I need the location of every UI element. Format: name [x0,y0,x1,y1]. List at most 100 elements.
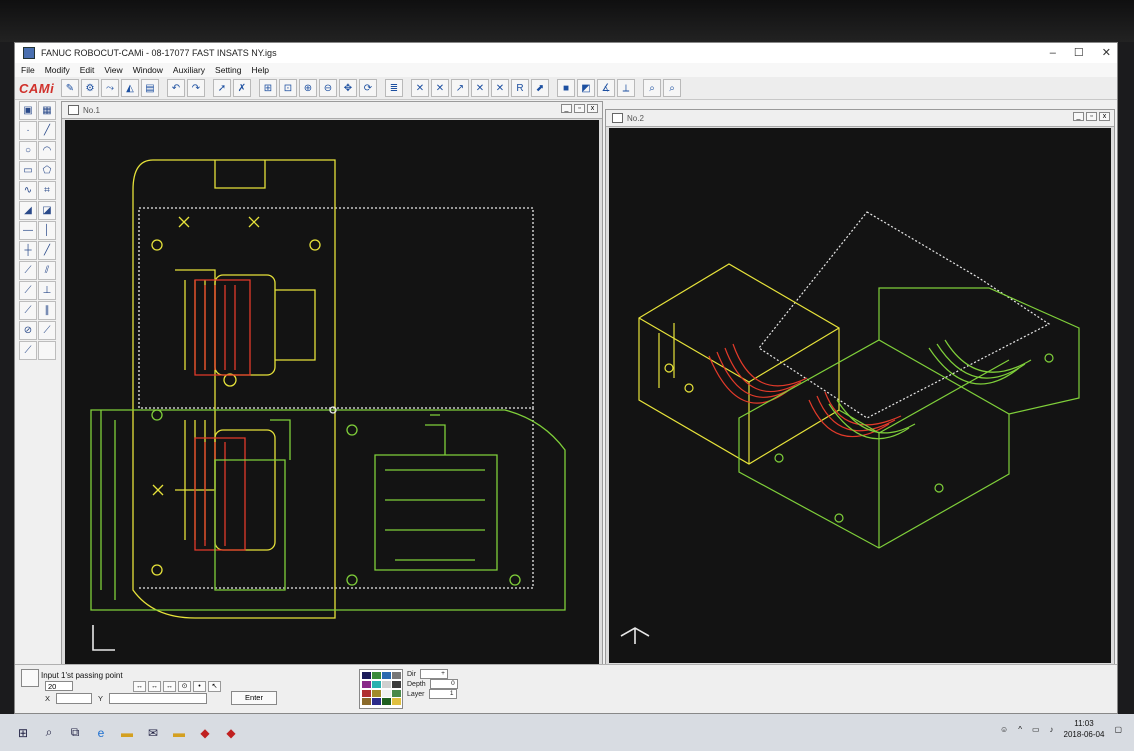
task-view-icon[interactable]: ⧉ [62,720,88,746]
view-window-2[interactable]: No.2 _ ▫ x [605,109,1115,667]
undo-icon[interactable]: ↶ [167,79,185,97]
point-icon[interactable]: · [19,121,37,140]
radius-icon[interactable]: R [511,79,529,97]
people-icon[interactable]: ☺ [1000,725,1008,734]
view-2-close-button[interactable]: x [1099,112,1110,121]
palette-swatch[interactable] [382,689,391,697]
palette-swatch[interactable] [362,698,371,706]
snap-center-icon[interactable]: ⊙ [178,681,191,692]
fillet-icon[interactable]: ↗ [451,79,469,97]
delete-icon[interactable]: ✗ [233,79,251,97]
palette-swatch[interactable] [362,689,371,697]
notifications-icon[interactable]: ▢ [1114,725,1122,734]
display-icon[interactable]: ■ [557,79,575,97]
offset-line-icon[interactable]: ⫽ [38,261,56,280]
command-icon[interactable] [21,669,39,687]
maximize-button[interactable]: ☐ [1074,43,1084,63]
palette-swatch[interactable] [372,680,381,688]
palette-swatch[interactable] [372,698,381,706]
circle-tangent-icon[interactable]: ⊘ [19,321,37,340]
snap-intersection-icon[interactable]: ↔ [163,681,176,692]
view-2-minimize-button[interactable]: _ [1073,112,1084,121]
parallel-icon[interactable]: ∥ [38,301,56,320]
bisector-icon[interactable]: ⟋ [19,281,37,300]
redo-icon[interactable]: ↷ [187,79,205,97]
offset-icon[interactable]: ⬈ [531,79,549,97]
zoom-in-icon[interactable]: ⊕ [299,79,317,97]
robocut-app-icon[interactable]: ◆ [192,720,218,746]
zoom-window-icon[interactable]: ⊡ [279,79,297,97]
angle-line-icon[interactable]: ╱ [38,241,56,260]
palette-swatch[interactable] [362,680,371,688]
hatch-icon[interactable]: ◢ [19,201,37,220]
arc-tangent-icon[interactable]: ⟋ [38,321,56,340]
snap-endpoint-icon[interactable]: ↔ [133,681,146,692]
palette-swatch[interactable] [392,672,401,679]
menu-view[interactable]: View [104,65,122,75]
menu-modify[interactable]: Modify [45,65,70,75]
view-2-canvas[interactable] [609,128,1111,663]
measure-icon[interactable]: ◩ [577,79,595,97]
menu-file[interactable]: File [21,65,35,75]
enter-button[interactable]: Enter [231,691,277,705]
y-input[interactable] [109,693,208,704]
redraw-icon[interactable]: ⟳ [359,79,377,97]
palette-swatch[interactable] [392,680,401,688]
pick-icon[interactable]: ➚ [213,79,231,97]
layer-icon[interactable]: ≣ [385,79,403,97]
x-input[interactable] [56,693,93,704]
spline-icon[interactable]: ∿ [19,181,37,200]
palette-swatch[interactable] [392,689,401,697]
path-icon[interactable]: ⤳ [101,79,119,97]
menu-auxiliary[interactable]: Auxiliary [173,65,205,75]
chevron-up-icon[interactable]: ^ [1018,725,1022,734]
circle-icon[interactable]: ○ [19,141,37,160]
zoom-out-icon[interactable]: ⊖ [319,79,337,97]
minimize-button[interactable]: – [1050,43,1056,63]
angle-icon[interactable]: ∡ [597,79,615,97]
wizard-icon[interactable]: ✎ [61,79,79,97]
palette-swatch[interactable] [372,672,381,679]
chamfer-icon[interactable]: ✕ [471,79,489,97]
start-icon[interactable]: ⊞ [10,720,36,746]
tangent-line-icon[interactable]: ⟋ [19,261,37,280]
menu-setting[interactable]: Setting [215,65,241,75]
extend-icon[interactable]: ✕ [431,79,449,97]
palette-swatch[interactable] [372,689,381,697]
layer-value[interactable]: 1 [428,689,457,699]
palette-swatch[interactable] [382,672,391,679]
line-icon[interactable]: ╱ [38,121,56,140]
layer-view-icon[interactable]: ▦ [38,101,56,120]
machining-icon[interactable]: ⚙ [81,79,99,97]
edge-browser-icon[interactable]: e [88,720,114,746]
snap-pick-icon[interactable]: ↖ [208,681,221,692]
pan-icon[interactable]: ✥ [339,79,357,97]
menu-help[interactable]: Help [252,65,269,75]
arc-icon[interactable]: ◠ [38,141,56,160]
text-icon[interactable]: ⌗ [38,181,56,200]
palette-swatch[interactable] [382,680,391,688]
corner-icon[interactable]: ✕ [491,79,509,97]
palette-swatch[interactable] [362,672,371,679]
vertical-line-icon[interactable]: │ [38,221,56,240]
view-1-minimize-button[interactable]: _ [561,104,572,113]
search-all-icon[interactable]: ⌕ [663,79,681,97]
blank-tool[interactable] [38,341,56,360]
taper-icon[interactable]: ◭ [121,79,139,97]
close-button[interactable]: ✕ [1102,43,1111,63]
dimension-icon[interactable]: ⟂ [617,79,635,97]
horizontal-line-icon[interactable]: — [19,221,37,240]
volume-icon[interactable]: ♪ [1050,725,1054,734]
folder-icon[interactable]: ▬ [166,720,192,746]
polygon-icon[interactable]: ⬠ [38,161,56,180]
zoom-fit-icon[interactable]: ⊞ [259,79,277,97]
view-2-restore-button[interactable]: ▫ [1086,112,1097,121]
palette-swatch[interactable] [382,698,391,706]
select-icon[interactable]: ▣ [19,101,37,120]
network-icon[interactable]: ▭ [1032,725,1040,734]
dir-value[interactable]: + [419,669,448,679]
camera-app-icon[interactable]: ◆ [218,720,244,746]
depth-value[interactable]: 0 [429,679,458,689]
menu-edit[interactable]: Edit [80,65,95,75]
search-icon[interactable]: ⌕ [36,720,62,746]
